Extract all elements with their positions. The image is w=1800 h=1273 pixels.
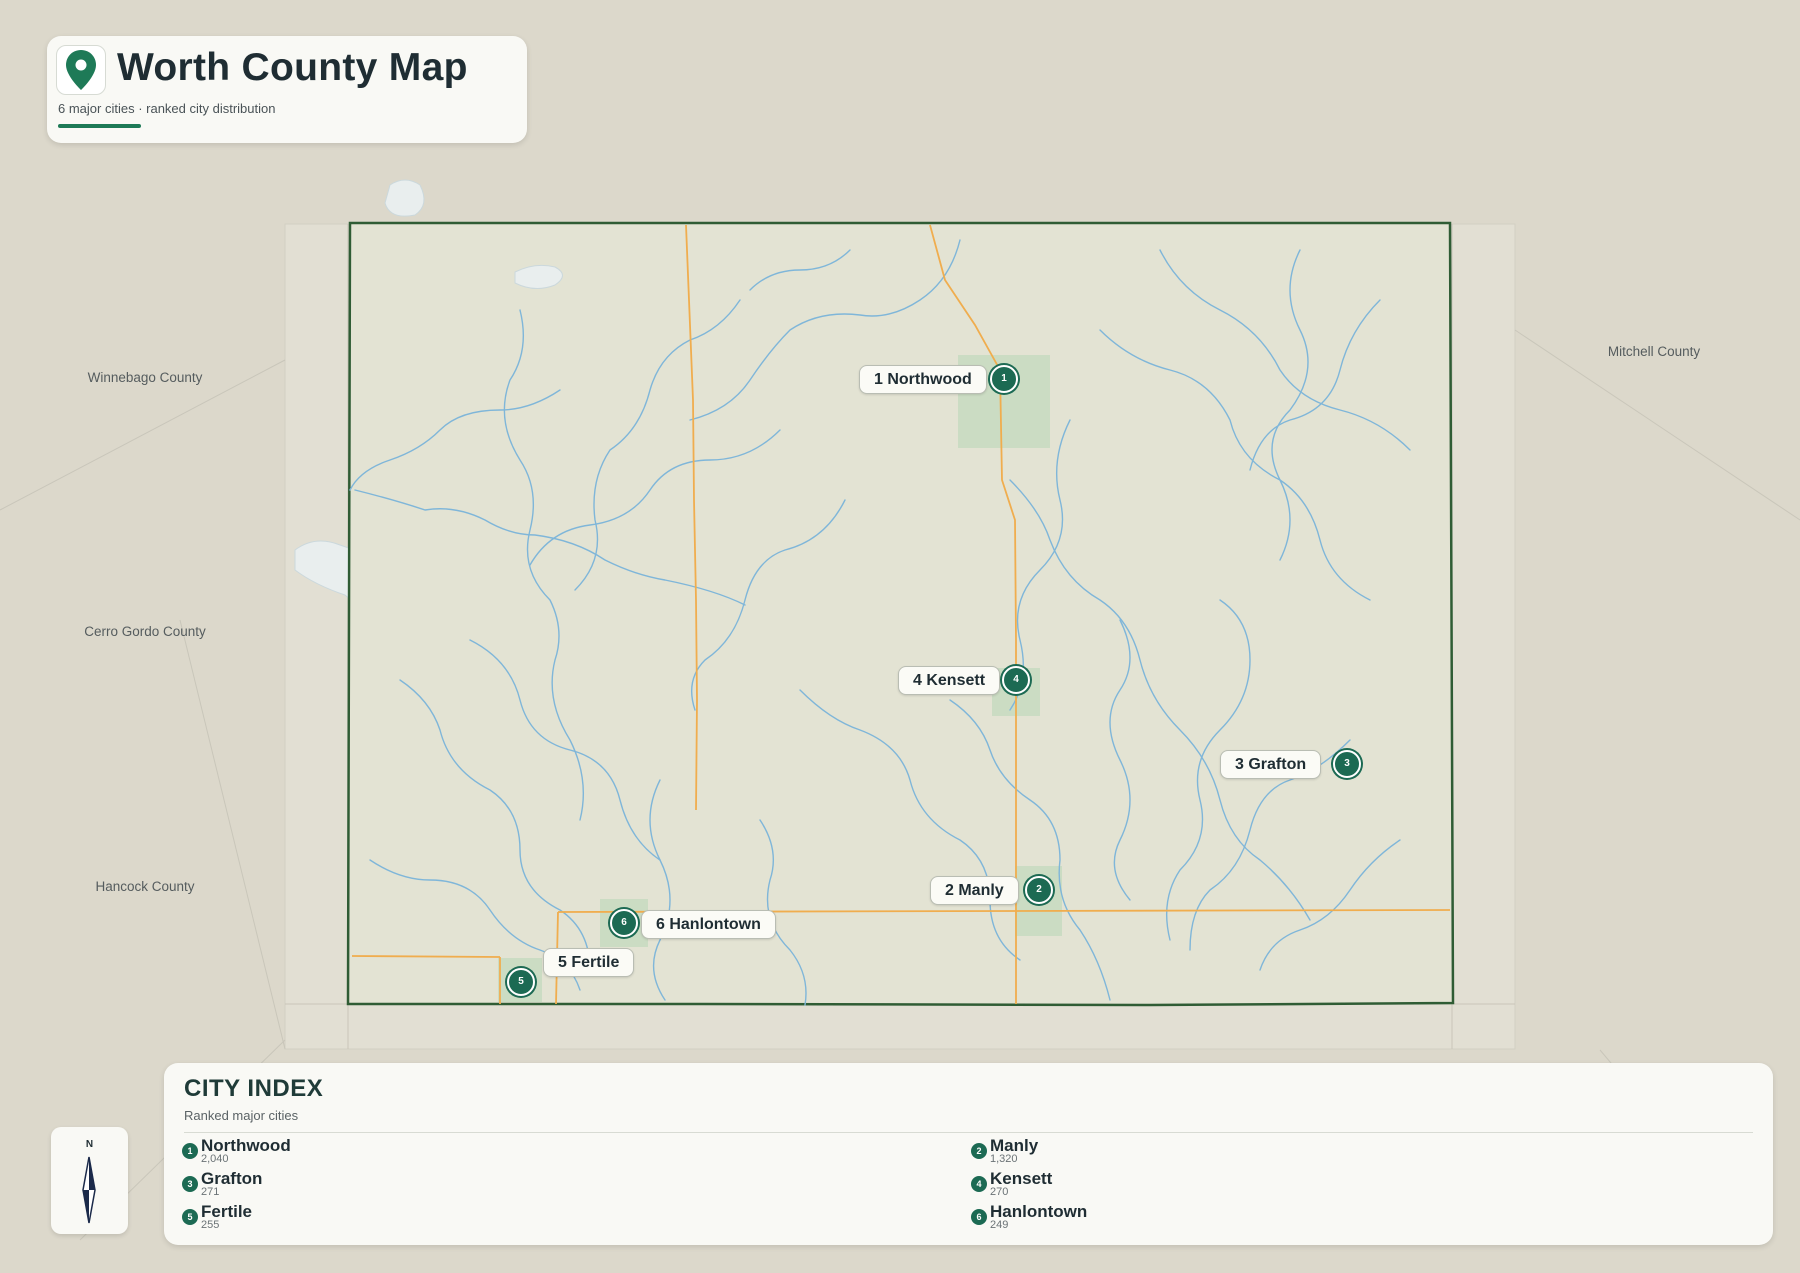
title-underline xyxy=(58,124,141,128)
city-label-grafton[interactable]: 3 Grafton xyxy=(1220,750,1322,779)
city-population: 271 xyxy=(201,1186,220,1198)
city-label-northwood[interactable]: 1 Northwood xyxy=(859,365,987,394)
city-marker-fertile[interactable]: 5 xyxy=(507,968,535,996)
city-marker-grafton[interactable]: 3 xyxy=(1333,750,1361,778)
city-label-hanlontown[interactable]: 6 Hanlontown xyxy=(641,910,776,939)
neighbor-county-label: Cerro Gordo County xyxy=(84,624,206,639)
city-index-panel: CITY INDEX Ranked major cities 1 Northwo… xyxy=(164,1063,1773,1245)
city-label-fertile[interactable]: 5 Fertile xyxy=(543,948,635,977)
compass-north-label: N xyxy=(85,1139,94,1150)
city-label-kensett[interactable]: 4 Kensett xyxy=(898,666,1001,695)
city-index-divider xyxy=(184,1132,1753,1133)
rank-badge: 4 xyxy=(971,1176,987,1192)
rank-badge: 6 xyxy=(971,1209,987,1225)
map-pin-icon xyxy=(56,45,106,95)
inside-lakes xyxy=(514,264,563,289)
city-population: 249 xyxy=(990,1219,1009,1231)
neighbor-county-label: Mitchell County xyxy=(1607,344,1701,359)
city-index-title: CITY INDEX xyxy=(184,1075,324,1102)
rank-badge: 5 xyxy=(182,1209,198,1225)
rank-badge: 3 xyxy=(182,1176,198,1192)
rank-badge: 1 xyxy=(182,1143,198,1159)
compass-needle-icon xyxy=(82,1156,96,1224)
city-population: 1,320 xyxy=(990,1153,1018,1165)
title-card: Worth County Map 6 major cities · ranked… xyxy=(47,36,527,143)
city-label-manly[interactable]: 2 Manly xyxy=(930,876,1019,905)
neighbor-county-label: Hancock County xyxy=(95,879,195,894)
city-population: 270 xyxy=(990,1186,1009,1198)
city-index-subtitle: Ranked major cities xyxy=(184,1108,299,1123)
city-marker-kensett[interactable]: 4 xyxy=(1002,666,1030,694)
rank-badge: 2 xyxy=(971,1143,987,1159)
city-marker-hanlontown[interactable]: 6 xyxy=(610,909,638,937)
city-marker-manly[interactable]: 2 xyxy=(1025,876,1053,904)
page-subtitle: 6 major cities · ranked city distributio… xyxy=(58,101,276,116)
compass: N xyxy=(51,1127,128,1234)
neighbor-county-label: Winnebago County xyxy=(87,370,203,385)
city-population: 2,040 xyxy=(201,1153,229,1165)
page-title: Worth County Map xyxy=(117,46,468,89)
city-population: 255 xyxy=(201,1219,220,1231)
city-marker-northwood[interactable]: 1 xyxy=(990,365,1018,393)
